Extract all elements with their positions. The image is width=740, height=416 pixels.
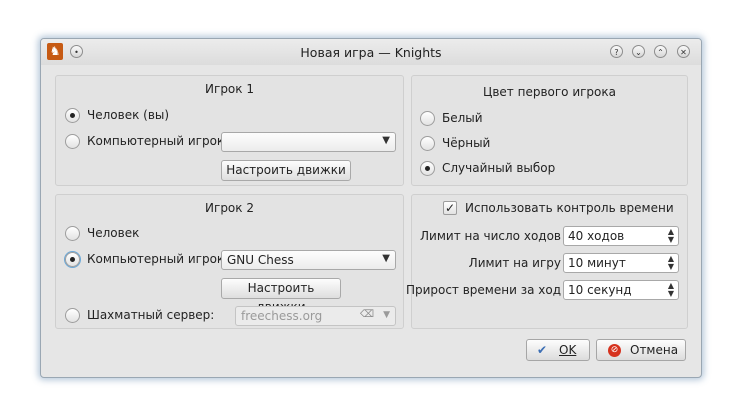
player2-configure-engines-button[interactable]: Настроить движки <box>221 278 341 314</box>
player2-computer-label: Компьютерный игрок: <box>87 252 229 266</box>
new-game-dialog: ♞ • Новая игра — Knights ? ⌄ ⌃ ✕ Игрок 1… <box>40 38 702 378</box>
window-title: Новая игра — Knights <box>300 45 442 60</box>
moves-limit-value: 40 ходов <box>568 229 625 243</box>
player2-engine-value: GNU Chess <box>227 253 294 267</box>
spin-arrows-icon[interactable]: ▲ ▼ <box>668 255 674 271</box>
cancel-icon: ⊘ <box>608 344 621 357</box>
checkmark-icon: ✔ <box>537 343 548 357</box>
player2-computer-radio[interactable] <box>65 252 80 267</box>
chevron-down-icon: ▼ <box>383 310 390 320</box>
spin-arrows-icon[interactable]: ▲ ▼ <box>668 282 674 298</box>
player1-computer-radio[interactable] <box>65 134 80 149</box>
player1-configure-engines-button[interactable]: Настроить движки <box>221 160 351 181</box>
chess-server-value: freechess.org <box>241 309 323 323</box>
color-random-label: Случайный выбор <box>442 161 556 175</box>
color-random-radio[interactable] <box>420 161 435 176</box>
color-white-label: Белый <box>442 111 483 125</box>
increment-label: Прирост времени за ход <box>405 283 561 297</box>
moves-limit-spinbox[interactable]: 40 ходов ▲ ▼ <box>563 226 679 246</box>
chevron-down-icon: ▼ <box>382 253 390 264</box>
player2-group: Игрок 2 Человек Компьютерный игрок: GNU … <box>55 194 404 329</box>
game-limit-label: Лимит на игру <box>468 256 561 270</box>
ok-label: OK <box>559 343 577 357</box>
color-title: Цвет первого игрока <box>483 85 616 99</box>
player2-server-radio[interactable] <box>65 308 80 323</box>
cancel-label: Отмена <box>630 343 679 357</box>
spin-arrows-icon[interactable]: ▲ ▼ <box>668 228 674 244</box>
maximize-icon[interactable]: ⌃ <box>654 45 667 58</box>
player2-server-label: Шахматный сервер: <box>87 308 215 322</box>
player1-human-label: Человек (вы) <box>87 108 170 122</box>
player2-engine-select[interactable]: GNU Chess ▼ <box>221 250 396 270</box>
color-white-radio[interactable] <box>420 111 435 126</box>
ok-button[interactable]: ✔ OK <box>526 339 590 361</box>
clear-text-icon[interactable]: ⌫ <box>360 309 374 320</box>
color-black-radio[interactable] <box>420 136 435 151</box>
player2-title: Игрок 2 <box>205 201 254 215</box>
player1-computer-label: Компьютерный игрок: <box>87 134 229 148</box>
increment-spinbox[interactable]: 10 секунд ▲ ▼ <box>563 280 679 300</box>
close-icon[interactable]: ✕ <box>677 45 690 58</box>
cancel-button[interactable]: ⊘ Отмена <box>596 339 686 361</box>
use-time-control-label: Использовать контроль времени <box>465 201 674 215</box>
player2-human-label: Человек <box>87 226 140 240</box>
help-icon[interactable]: ? <box>610 45 623 58</box>
game-limit-value: 10 минут <box>568 256 626 270</box>
minimize-icon[interactable]: ⌄ <box>632 45 645 58</box>
chevron-down-icon: ▼ <box>382 135 390 146</box>
moves-limit-label: Лимит на число ходов <box>420 229 561 243</box>
player1-engine-select[interactable]: ▼ <box>221 132 396 152</box>
chess-server-field[interactable]: freechess.org ⌫ ▼ <box>235 306 396 326</box>
first-player-color-group: Цвет первого игрока Белый Чёрный Случайн… <box>411 75 688 186</box>
title-bar: ♞ • Новая игра — Knights ? ⌄ ⌃ ✕ <box>41 39 701 65</box>
increment-value: 10 секунд <box>568 283 632 297</box>
game-limit-spinbox[interactable]: 10 минут ▲ ▼ <box>563 253 679 273</box>
use-time-control-checkbox[interactable]: ✓ <box>443 201 457 215</box>
player1-human-radio[interactable] <box>65 108 80 123</box>
player1-title: Игрок 1 <box>205 82 254 96</box>
time-control-group: ✓ Использовать контроль времени Лимит на… <box>406 194 688 329</box>
color-black-label: Чёрный <box>442 136 491 150</box>
player1-group: Игрок 1 Человек (вы) Компьютерный игрок:… <box>55 75 404 186</box>
player2-human-radio[interactable] <box>65 226 80 241</box>
